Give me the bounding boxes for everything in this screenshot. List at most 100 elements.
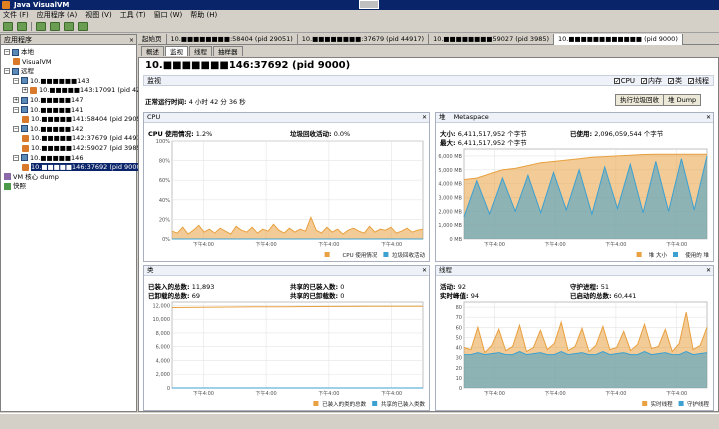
menu-applications[interactable]: 应用程序 (A) [37, 10, 77, 21]
legend-swatch [678, 401, 684, 406]
doc-tab-start-page[interactable]: 起始页 [138, 34, 167, 45]
application-snapshot-icon[interactable] [64, 22, 74, 31]
menu-window[interactable]: 窗口 (W) [154, 10, 183, 21]
tree-node[interactable]: VisualVM [13, 58, 51, 67]
load-snapshot-icon[interactable] [17, 22, 27, 31]
add-jmx-connection-icon[interactable] [3, 22, 13, 31]
x-tick-label: 下午4:00 [318, 241, 339, 248]
tree-node[interactable]: − 10.■■■■■141 [13, 106, 83, 115]
check-cpu[interactable]: ✓ CPU [613, 76, 635, 86]
x-tick-label: 下午4:00 [605, 241, 626, 248]
check-memory[interactable]: ✓ 内存 [641, 76, 662, 86]
heap-dump-icon[interactable] [78, 22, 88, 31]
tree-node-label: 10.■■■■■147 [30, 96, 84, 104]
heap-tab[interactable]: 堆 [439, 113, 446, 121]
tree-node[interactable]: − 本地 [4, 48, 34, 57]
y-tick-label: 0 MB [449, 237, 462, 243]
doc-tab-3985[interactable]: 10.■■■■■■■■59027 (pid 3985) [429, 34, 555, 45]
java-icon [30, 86, 37, 94]
tree-node[interactable]: 10.■■■■■146:37692 (pid 9000) [22, 163, 144, 172]
legend-swatch [324, 252, 330, 257]
menu-tools[interactable]: 工具 (T) [120, 10, 146, 21]
metaspace-tab[interactable]: Metaspace [454, 113, 489, 121]
java-icon [13, 58, 20, 66]
monitor-section-bar: 监视 ✓ CPU ✓ 内存 ✓ 类 ✓ 线程 [143, 75, 714, 86]
tree-node-label: 10.■■■■■141 [30, 105, 84, 114]
tab-threads[interactable]: 线程 [189, 46, 212, 56]
tree-node[interactable]: +10.■■■■■147 [13, 96, 83, 105]
menu-help[interactable]: 帮助 (H) [190, 10, 217, 21]
collapse-icon[interactable]: − [13, 125, 19, 132]
tab-sampler[interactable]: 抽样器 [213, 46, 243, 56]
expand-icon[interactable]: + [22, 87, 28, 94]
x-tick-label: 下午4:00 [545, 241, 566, 248]
legend-label: 守护线程 [687, 400, 710, 408]
checkbox-checked-icon: ✓ [613, 78, 620, 85]
tree-node[interactable]: +10.■■■■■143:17091 (pid 42598) [22, 86, 155, 95]
close-panel-icon[interactable]: × [129, 36, 134, 46]
cpu-panel: CPU ✕ CPU 使用情况: 1.2% 垃圾回收活动: 0.0% 0% 20% 4… [143, 112, 430, 262]
core-icon [4, 173, 11, 181]
window-title: Java VisualVM [14, 1, 70, 9]
doc-tab-9000[interactable]: 10.■■■■■■■■■■■■ (pid 9000) [554, 34, 683, 45]
close-icon[interactable]: ✕ [422, 266, 427, 275]
add-remote-host-icon[interactable] [36, 22, 46, 31]
tree-node[interactable]: − 10.■■■■■■143 [13, 77, 90, 86]
window-control-button[interactable] [359, 0, 379, 9]
tree-node[interactable]: 10.■■■■■141:58404 (pid 29051) [22, 115, 147, 124]
checkbox-checked-icon: ✓ [688, 78, 695, 85]
x-tick-label: 下午4:00 [484, 390, 505, 397]
check-threads[interactable]: ✓ 线程 [688, 76, 709, 86]
tab-monitor[interactable]: 监视 [165, 46, 188, 56]
y-tick-label: 4,000 MB [438, 182, 462, 188]
tree-node[interactable]: VM 核心 dump [4, 173, 59, 182]
java-icon [22, 144, 29, 152]
tree-node[interactable]: 快照 [4, 182, 26, 191]
x-tick-label: 下午4:00 [256, 390, 277, 397]
legend-label: 实时线程 [651, 400, 674, 408]
legend-label: CPU 使用情况 [342, 251, 377, 259]
tab-overview[interactable]: 概述 [141, 46, 164, 56]
collapse-icon[interactable]: − [13, 106, 19, 113]
y-tick-label: 60% [159, 178, 170, 184]
doc-tab-44917[interactable]: 10.■■■■■■■■:37679 (pid 44917) [298, 34, 430, 45]
collapse-icon[interactable]: − [4, 49, 10, 55]
doc-tab-29051[interactable]: 10.■■■■■■■■:58404 (pid 29051) [167, 34, 298, 45]
perform-gc-button[interactable]: 执行垃圾回收 [615, 94, 664, 106]
legend-swatch [636, 252, 642, 257]
tree-node[interactable]: − 10.■■■■■146 [13, 154, 83, 163]
cpu-panel-header: CPU ✕ [144, 113, 429, 123]
heap-dump-button[interactable]: 堆 Dump [663, 94, 702, 106]
x-tick-label: 下午4:00 [193, 390, 214, 397]
menu-view[interactable]: 视图 (V) [85, 10, 111, 21]
collapse-icon[interactable]: − [13, 77, 19, 84]
tree-node-label: VisualVM [22, 57, 52, 66]
close-icon[interactable]: ✕ [706, 113, 711, 122]
menu-file[interactable]: 文件 (F) [3, 10, 29, 21]
tree-node[interactable]: − 10.■■■■■142 [13, 125, 83, 134]
y-tick-label: 6,000 MB [438, 154, 462, 160]
y-tick-label: 6,000 [156, 345, 170, 351]
legend-label: 垃圾回收活动 [392, 251, 426, 259]
tree-node[interactable]: 10.■■■■■142:37679 (pid 44917) [22, 134, 147, 143]
x-tick-label: 下午4:00 [484, 241, 505, 248]
heap-used-stat: 已使用: 2,096,059,544 个字节 [570, 130, 664, 138]
toolbar-separator [31, 22, 32, 31]
cpu-chart: 0% 20% 40% 60% 80% 100% 下午4:00 下午4:00 下午4:00 下午4:… [156, 139, 426, 259]
add-core-dump-icon[interactable] [50, 22, 60, 31]
app-logo-icon [2, 1, 10, 9]
y-tick-label: 5,000 MB [438, 168, 462, 174]
tree-node[interactable]: − 远程 [4, 67, 34, 76]
expand-icon[interactable]: + [13, 97, 19, 103]
collapse-icon[interactable]: − [13, 154, 19, 161]
tree-node-label: 10.■■■■■146 [30, 153, 84, 162]
host-icon [21, 106, 28, 114]
threads-chart: 0 10 20 30 40 50 60 70 80 下午4:00 下午4:00 下午4:00 下午4:0… [456, 301, 710, 408]
close-icon[interactable]: ✕ [706, 266, 711, 275]
check-classes[interactable]: ✓ 类 [668, 76, 682, 86]
collapse-icon[interactable]: − [4, 68, 10, 75]
y-tick-label: 20% [159, 217, 170, 223]
close-icon[interactable]: ✕ [422, 113, 427, 122]
y-tick-label: 3,000 MB [438, 195, 462, 201]
tree-node[interactable]: 10.■■■■■142:59027 (pid 3985) [22, 144, 143, 153]
